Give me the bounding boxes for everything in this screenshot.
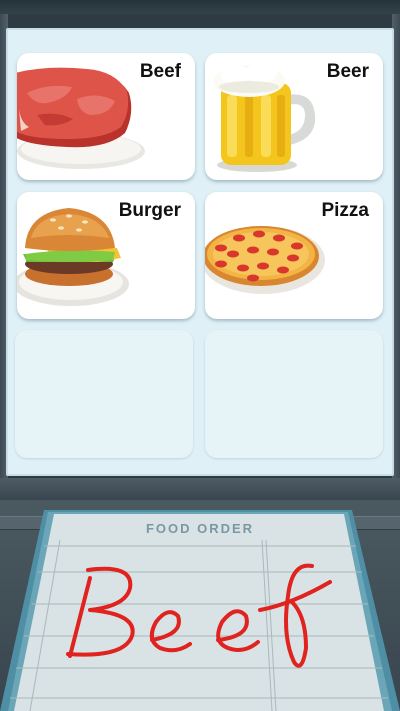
kiosk-bottom-bezel — [0, 478, 400, 500]
menu-item-label: Beer — [326, 61, 369, 82]
menu-item-pizza[interactable]: Pizza — [205, 192, 383, 319]
menu-empty-slot — [205, 330, 383, 458]
menu-item-label: Pizza — [321, 200, 369, 221]
handwritten-order — [66, 563, 332, 668]
menu-empty-slot — [15, 330, 193, 458]
menu-item-burger[interactable]: Burger — [17, 192, 195, 319]
order-pad: FOOD ORDER Beef — [0, 508, 400, 711]
order-pad-title: FOOD ORDER — [145, 521, 255, 536]
kiosk-top-frame — [0, 0, 400, 14]
menu-item-label: Beef — [139, 61, 181, 82]
menu-item-beer[interactable]: Beer — [205, 53, 383, 180]
menu-item-label: Burger — [118, 200, 181, 221]
menu-item-beef[interactable]: Beef — [17, 53, 195, 180]
